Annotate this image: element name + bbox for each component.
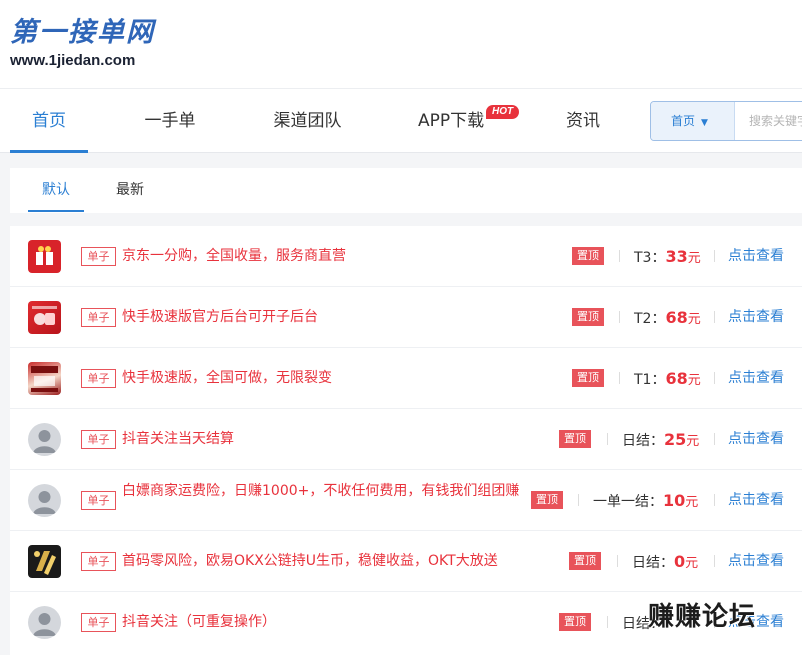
gift-icon	[36, 246, 53, 265]
list-item[interactable]: 单子 京东一分购，全国收量，服务商直营 置顶 T3：33元 点击查看	[10, 226, 802, 287]
type-badge: 单子	[81, 491, 116, 510]
divider	[619, 250, 620, 262]
task-price: T1：68元	[634, 369, 701, 388]
type-badge: 单子	[81, 613, 116, 632]
promo-image-icon	[31, 366, 58, 392]
list-item[interactable]: 单子 白嫖商家运费险，日赚1000+，不收任何费用，有钱我们组团赚 置顶 一单一…	[10, 470, 802, 531]
user-avatar-icon	[33, 491, 56, 514]
divider	[714, 494, 715, 506]
pinned-tag: 置顶	[572, 308, 604, 326]
view-details-link[interactable]: 点击查看	[728, 409, 784, 470]
app-promo-icon	[32, 306, 57, 325]
search-box: 首页 ▼	[650, 101, 802, 141]
task-title[interactable]: 京东一分购，全国收量，服务商直营	[122, 226, 346, 287]
task-thumbnail	[28, 423, 61, 456]
user-avatar-icon	[33, 430, 56, 453]
view-details-link[interactable]: 点击查看	[728, 287, 784, 348]
task-price: T3：33元	[634, 247, 701, 266]
sort-tabs: 默认 最新	[10, 168, 802, 213]
pinned-tag: 置顶	[572, 369, 604, 387]
nav-item-app-download[interactable]: APP下载 HOT	[418, 89, 520, 153]
task-title[interactable]: 抖音关注（可重复操作）	[122, 592, 276, 653]
type-badge: 单子	[81, 552, 116, 571]
chevron-down-icon: ▼	[701, 118, 708, 128]
list-item[interactable]: 单子 首码零风险，欧易OKX公链持U生币，稳健收益，OKT大放送 置顶 日结：0…	[10, 531, 802, 592]
divider	[619, 372, 620, 384]
site-logo[interactable]: 第一接单网 www.1jiedan.com	[10, 18, 155, 71]
task-thumbnail	[28, 301, 61, 334]
divider	[619, 311, 620, 323]
task-title[interactable]: 首码零风险，欧易OKX公链持U生币，稳健收益，OKT大放送	[122, 531, 498, 592]
type-badge: 单子	[81, 247, 116, 266]
task-thumbnail	[28, 606, 61, 639]
list-item[interactable]: 单子 快手极速版官方后台可开子后台 置顶 T2：68元 点击查看	[10, 287, 802, 348]
task-price: T2：68元	[634, 308, 701, 327]
tab-latest[interactable]: 最新	[106, 168, 154, 212]
pinned-tag: 置顶	[531, 491, 563, 509]
divider	[714, 311, 715, 323]
type-badge: 单子	[81, 430, 116, 449]
task-thumbnail	[28, 484, 61, 517]
list-item[interactable]: 单子 抖音关注当天结算 置顶 日结：25元 点击查看	[10, 409, 802, 470]
task-thumbnail	[28, 240, 61, 273]
search-input[interactable]	[741, 102, 802, 140]
divider	[714, 555, 715, 567]
nav-item-news[interactable]: 资讯	[556, 89, 610, 153]
view-details-link[interactable]: 点击查看	[728, 470, 784, 531]
main-nav: 首页 一手单 渠道团队 APP下载 HOT 资讯 首页 ▼	[0, 88, 802, 153]
crypto-coin-icon	[34, 551, 56, 575]
divider	[714, 433, 715, 445]
task-title[interactable]: 快手极速版官方后台可开子后台	[122, 287, 318, 348]
task-price: 一单一结：10元	[593, 491, 699, 510]
nav-item-channel-team[interactable]: 渠道团队	[260, 89, 355, 153]
task-title[interactable]: 快手极速版，全国可做，无限裂变	[122, 348, 332, 409]
user-avatar-icon	[33, 613, 56, 636]
type-badge: 单子	[81, 369, 116, 388]
pinned-tag: 置顶	[572, 247, 604, 265]
divider	[714, 372, 715, 384]
task-price: 日结：25元	[622, 430, 700, 449]
site-header: 第一接单网 www.1jiedan.com	[0, 0, 802, 88]
divider	[607, 616, 608, 628]
task-list: 单子 京东一分购，全国收量，服务商直营 置顶 T3：33元 点击查看 单子 快手…	[10, 226, 802, 655]
forum-watermark: 赚赚论坛	[648, 602, 757, 632]
hot-badge: HOT	[486, 105, 520, 119]
nav-item-first-hand[interactable]: 一手单	[130, 89, 210, 153]
divider	[617, 555, 618, 567]
view-details-link[interactable]: 点击查看	[728, 348, 784, 409]
task-title[interactable]: 抖音关注当天结算	[122, 409, 234, 470]
view-details-link[interactable]: 点击查看	[728, 226, 784, 287]
search-scope-select[interactable]: 首页 ▼	[651, 102, 735, 140]
task-title[interactable]: 白嫖商家运费险，日赚1000+，不收任何费用，有钱我们组团赚	[122, 481, 522, 521]
logo-url: www.1jiedan.com	[10, 52, 136, 69]
task-thumbnail	[28, 362, 61, 395]
logo-chinese: 第一接单网	[10, 17, 155, 48]
tab-default[interactable]: 默认	[28, 168, 84, 212]
task-price: 日结：0元	[632, 552, 699, 571]
pinned-tag: 置顶	[559, 613, 591, 631]
view-details-link[interactable]: 点击查看	[728, 531, 784, 592]
nav-item-home[interactable]: 首页	[10, 89, 88, 153]
list-item[interactable]: 单子 快手极速版，全国可做，无限裂变 置顶 T1：68元 点击查看	[10, 348, 802, 409]
pinned-tag: 置顶	[569, 552, 601, 570]
type-badge: 单子	[81, 308, 116, 327]
task-thumbnail	[28, 545, 61, 578]
divider	[578, 494, 579, 506]
divider	[607, 433, 608, 445]
pinned-tag: 置顶	[559, 430, 591, 448]
divider	[714, 250, 715, 262]
